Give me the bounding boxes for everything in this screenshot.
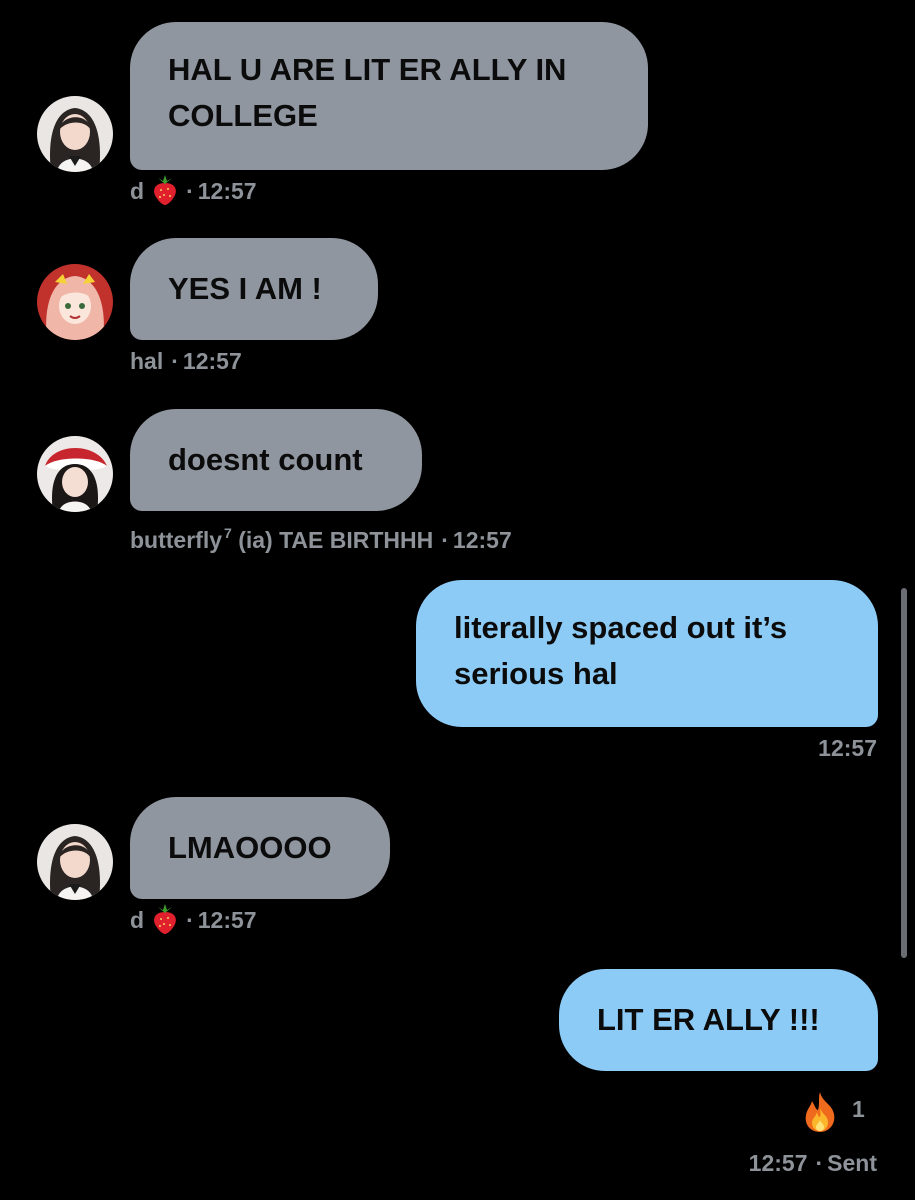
message-time: 12:57 — [818, 735, 877, 761]
message-meta-4: 12:57 — [818, 733, 877, 763]
message-time: 12:57 — [452, 527, 512, 553]
avatar-d[interactable] — [37, 824, 113, 900]
message-text-line: COLLEGE — [168, 98, 318, 133]
avatar-butterfly[interactable] — [37, 436, 113, 512]
message-time: 12:57 — [182, 348, 242, 374]
strawberry-icon — [152, 904, 178, 941]
reaction-count: 1 — [852, 1096, 865, 1122]
meta-separator: · — [186, 178, 194, 204]
message-bubble-4[interactable]: literally spaced out it’s serious hal — [416, 580, 878, 727]
avatar-hal[interactable] — [37, 264, 113, 340]
message-meta-2: hal · 12:57 — [130, 346, 242, 376]
message-bubble-1[interactable]: HAL U ARE LIT ER ALLY IN COLLEGE — [130, 22, 648, 170]
message-meta-6: 12:57 · Sent — [749, 1148, 877, 1178]
sender-name: d — [130, 178, 145, 204]
meta-separator: · — [171, 348, 179, 374]
message-bubble-5[interactable]: LMAOOOO — [130, 797, 390, 899]
message-text-line: serious hal — [454, 656, 618, 691]
message-bubble-2[interactable]: YES I AM ! — [130, 238, 378, 340]
message-meta-1: d · 12:57 — [130, 175, 257, 212]
message-bubble-3[interactable]: doesnt count — [130, 409, 422, 511]
message-time: 12:57 — [748, 1150, 808, 1176]
message-text-line: HAL U ARE LIT ER ALLY IN — [168, 52, 567, 87]
meta-separator: · — [186, 907, 194, 933]
message-text: YES I AM ! — [168, 271, 322, 306]
sender-name: butterfly — [130, 527, 222, 553]
message-text: LMAOOOO — [168, 830, 332, 865]
meta-separator: · — [815, 1150, 824, 1176]
message-text-line: literally spaced out it’s — [454, 610, 788, 645]
sender-name: hal — [130, 348, 164, 374]
scrollbar[interactable] — [901, 588, 907, 958]
message-status: Sent — [827, 1150, 877, 1176]
meta-separator: · — [441, 527, 449, 553]
message-meta-3: butterfly 7 (ia) TAE BIRTHHH · 12:57 — [130, 518, 512, 555]
message-text: LIT ER ALLY !!! — [597, 1002, 820, 1037]
message-bubble-6[interactable]: LIT ER ALLY !!! — [559, 969, 878, 1071]
message-text: doesnt count — [168, 442, 363, 477]
strawberry-icon — [152, 175, 178, 212]
message-time: 12:57 — [197, 178, 257, 204]
message-meta-5: d · 12:57 — [130, 904, 257, 941]
sender-superscript: 7 — [224, 525, 232, 541]
fire-reaction-icon[interactable] — [796, 1090, 844, 1139]
sender-name: d — [130, 907, 145, 933]
avatar-d[interactable] — [37, 96, 113, 172]
message-time: 12:57 — [197, 907, 257, 933]
sender-suffix: (ia) TAE BIRTHHH — [238, 527, 434, 553]
